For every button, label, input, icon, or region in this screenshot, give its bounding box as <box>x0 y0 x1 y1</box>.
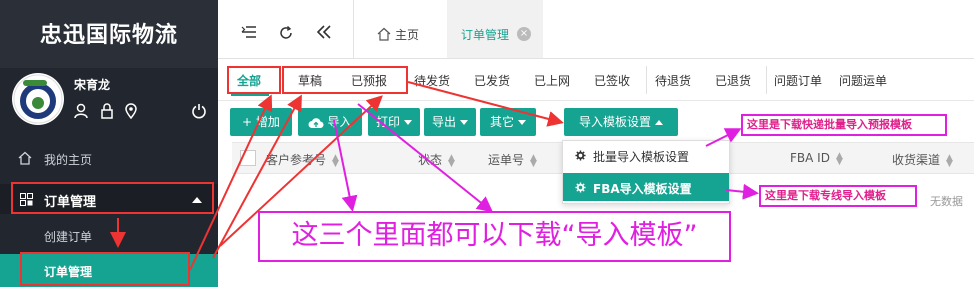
refresh-icon[interactable] <box>278 25 294 41</box>
active-tab-indicator <box>231 94 269 96</box>
status-tab-online[interactable]: 已上网 <box>534 72 570 89</box>
tab-home[interactable]: 主页 <box>355 0 445 58</box>
power-icon[interactable] <box>191 103 207 119</box>
home-icon <box>377 27 391 41</box>
column-header-label: 运单号 <box>488 153 525 167</box>
column-header-channel[interactable]: 收货渠道 ▲ ▼ <box>892 151 953 168</box>
select-all-checkbox[interactable] <box>240 150 256 166</box>
top-bar: 主页 订单管理 × <box>218 0 974 59</box>
brand-title: 忠迅国际物流 <box>0 0 218 68</box>
close-icon[interactable]: × <box>517 27 531 41</box>
sidebar: 忠迅国际物流 宋育龙 我的主页 订单管理 创建订单 订单管理 <box>0 0 218 287</box>
column-header-label: 状态 <box>418 153 443 167</box>
avatar[interactable] <box>12 73 64 125</box>
column-header-customer-ref[interactable]: 客户参考号 ▲ ▼ <box>266 151 339 168</box>
column-header-label: 客户参考号 <box>266 153 327 167</box>
sidebar-item-home-label: 我的主页 <box>44 153 93 167</box>
menu-item-batch-import-template[interactable]: 批量导入模板设置 <box>563 141 729 169</box>
annotation-callout-batch: 这里是下载快递批量导入预报模板 <box>741 114 947 136</box>
sort-icon[interactable]: ▲ ▼ <box>530 153 537 168</box>
import-template-settings-button[interactable]: 导入模板设置 <box>564 108 678 136</box>
export-button[interactable]: 导出 <box>424 108 476 136</box>
menu-fold-icon[interactable] <box>241 25 257 39</box>
menu-item-fba-import-template[interactable]: FBA导入模板设置 <box>563 173 729 201</box>
sort-icon[interactable]: ▲ ▼ <box>448 153 455 168</box>
cloud-upload-icon <box>308 117 324 128</box>
user-icons <box>74 103 154 123</box>
menu-item-fba-label: FBA导入模板设置 <box>593 182 692 196</box>
divider <box>646 66 647 94</box>
sort-icon[interactable]: ▲ ▼ <box>946 153 953 168</box>
annotation-box-order-mgmt <box>11 182 214 214</box>
gear-icon <box>575 150 586 161</box>
print-button-label: 打印 <box>375 115 400 129</box>
column-header-fba-id[interactable]: FBA ID ▲ ▼ <box>790 151 843 166</box>
topbar-divider <box>353 0 354 58</box>
menu-item-batch-label: 批量导入模板设置 <box>593 150 690 164</box>
user-icon[interactable] <box>74 103 88 119</box>
add-button-label: 增加 <box>255 115 280 129</box>
print-button[interactable]: 打印 <box>368 108 420 136</box>
status-tab-pending-ship[interactable]: 待发货 <box>414 72 450 89</box>
caret-up-icon <box>655 120 663 125</box>
status-tab-returned[interactable]: 已退货 <box>715 72 751 89</box>
plus-icon: + <box>242 115 256 129</box>
caret-down-icon <box>518 120 526 125</box>
other-button[interactable]: 其它 <box>480 108 536 136</box>
tab-order-label: 订单管理 <box>461 28 510 42</box>
gear-icon <box>575 182 586 193</box>
import-template-settings-label: 导入模板设置 <box>578 115 651 129</box>
add-button[interactable]: + 增加 <box>230 108 292 136</box>
empty-state: 无数据 <box>930 195 963 208</box>
status-tab-shipped[interactable]: 已发货 <box>474 72 510 89</box>
location-icon[interactable] <box>124 103 138 119</box>
lock-icon[interactable] <box>100 103 114 119</box>
home-icon <box>18 151 32 165</box>
column-header-label: 收货渠道 <box>892 153 941 167</box>
annotation-callout-main: 这三个里面都可以下载“导入模板” <box>258 211 731 262</box>
status-tab-signed[interactable]: 已签收 <box>594 72 630 89</box>
import-template-menu: 批量导入模板设置 FBA导入模板设置 <box>562 140 730 204</box>
annotation-callout-fba: 这里是下载专线导入模板 <box>759 185 917 207</box>
status-tab-pending-return[interactable]: 待退货 <box>655 72 691 89</box>
other-button-label: 其它 <box>489 115 514 129</box>
sort-icon[interactable]: ▲ ▼ <box>332 153 339 168</box>
column-header-status[interactable]: 状态 ▲ ▼ <box>418 151 455 168</box>
import-button[interactable]: 导入 <box>298 108 362 136</box>
double-chevron-left-icon[interactable] <box>316 25 332 39</box>
tab-order-management[interactable]: 订单管理 × <box>447 0 543 58</box>
sidebar-subitem-create-order[interactable]: 创建订单 <box>0 222 218 250</box>
annotation-arrow <box>725 183 759 200</box>
sort-icon[interactable]: ▲ ▼ <box>836 151 843 166</box>
caret-down-icon <box>460 120 468 125</box>
annotation-box-order-sub <box>20 252 190 286</box>
annotation-box-all-tab <box>227 66 281 94</box>
divider <box>766 66 767 94</box>
tab-home-label: 主页 <box>395 28 420 42</box>
column-header-waybill[interactable]: 运单号 ▲ ▼ <box>488 151 537 168</box>
status-tab-problem-order[interactable]: 问题订单 <box>774 72 822 89</box>
import-button-label: 导入 <box>327 115 352 129</box>
sidebar-subitem-create-label: 创建订单 <box>44 230 93 244</box>
sidebar-item-home[interactable]: 我的主页 <box>0 145 218 173</box>
column-header-label: FBA ID <box>790 151 830 165</box>
annotation-box-draft-forecast <box>282 66 408 94</box>
status-tab-problem-waybill[interactable]: 问题运单 <box>839 72 887 89</box>
caret-down-icon <box>404 120 412 125</box>
username: 宋育龙 <box>74 78 111 92</box>
export-button-label: 导出 <box>431 115 456 129</box>
